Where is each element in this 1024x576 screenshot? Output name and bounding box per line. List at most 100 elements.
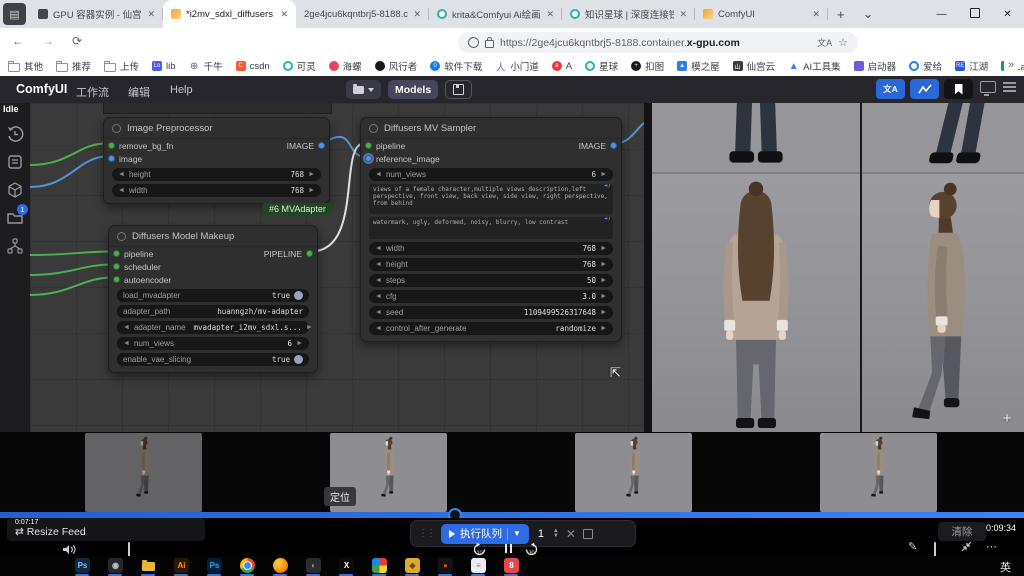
zoom-in-button[interactable]: + xyxy=(998,411,1016,426)
decrement-arrow-icon[interactable]: ◄ xyxy=(375,293,382,300)
comfyui-logo[interactable]: ComfyUI xyxy=(16,82,67,96)
firefox-app-icon[interactable] xyxy=(273,558,288,573)
bookmark-item-18[interactable]: 启动器 xyxy=(854,59,897,73)
sidebar-queue-history-button[interactable] xyxy=(6,125,24,143)
tool-app-icon[interactable]: ◆ xyxy=(405,558,420,573)
widget-seed[interactable]: ◄seed1109499526317648► xyxy=(369,306,613,319)
bookmark-item-15[interactable]: ▲模之屋 xyxy=(677,59,720,73)
bookmark-item-11[interactable]: 人小门道 xyxy=(495,59,539,73)
cancel-queue-icon[interactable]: ✕ xyxy=(566,527,576,541)
toggle-knob-icon[interactable] xyxy=(294,291,303,300)
menu-edit[interactable]: 编辑 xyxy=(128,84,150,100)
decrement-arrow-icon[interactable]: ◄ xyxy=(375,277,382,284)
red-app-icon[interactable]: 8 xyxy=(504,558,519,573)
photoshop-dark-app-icon[interactable]: Ps xyxy=(75,558,90,573)
input-slot-dot[interactable] xyxy=(365,155,372,162)
input-slot-dot[interactable] xyxy=(365,142,372,149)
mosaic-app-icon[interactable] xyxy=(372,558,387,573)
increment-arrow-icon[interactable]: ► xyxy=(600,171,607,178)
reload-button[interactable]: ⟳ xyxy=(72,34,82,48)
widget-enable_vae_slicing[interactable]: enable_vae_slicingtrue xyxy=(117,353,309,366)
bookmark-item-5[interactable]: ⊕千牛 xyxy=(189,59,223,73)
forward-button[interactable]: → xyxy=(42,34,54,48)
batch-count-stepper[interactable]: ▲▼ xyxy=(553,529,559,539)
new-tab-button[interactable]: + xyxy=(828,7,854,22)
translate-button[interactable]: 文A xyxy=(876,79,905,99)
site-info-icon[interactable] xyxy=(468,37,479,48)
prompt-textarea[interactable]: views of a female character,multiple vie… xyxy=(369,184,613,214)
clear-button[interactable]: 清除 xyxy=(938,522,986,541)
increment-arrow-icon[interactable]: ► xyxy=(296,340,303,347)
sidebar-node-library-button[interactable] xyxy=(6,153,24,171)
menu-workflow[interactable]: 工作流 xyxy=(76,84,109,100)
widget-cfg[interactable]: ◄cfg3.0► xyxy=(369,290,613,303)
increment-arrow-icon[interactable]: ► xyxy=(600,325,607,332)
tab-close-icon[interactable]: ✕ xyxy=(679,9,687,20)
bookmark-item-7[interactable]: 可灵 xyxy=(283,59,316,73)
increment-arrow-icon[interactable]: ► xyxy=(600,309,607,316)
widget-num_views[interactable]: ◄num_views6► xyxy=(369,168,613,181)
node-title-bar[interactable]: Diffusers MV Sampler xyxy=(361,118,621,139)
decrement-arrow-icon[interactable]: ◄ xyxy=(375,261,382,268)
bookmark-item-16[interactable]: 山仙宫云 xyxy=(733,59,776,73)
pause-button[interactable] xyxy=(505,544,512,553)
bookmark-item-12[interactable]: aA xyxy=(552,61,572,72)
photoshop-app-icon[interactable]: Ps xyxy=(207,558,222,573)
gray-app-icon[interactable]: ◐ xyxy=(306,558,321,573)
back-button[interactable]: ← xyxy=(12,34,24,48)
input-slot-dot[interactable] xyxy=(113,263,120,270)
filmstrip-thumbnail-1[interactable] xyxy=(85,433,202,512)
decrement-arrow-icon[interactable]: ◄ xyxy=(118,171,125,178)
bookmark-item-2[interactable]: 推荐 xyxy=(56,59,91,73)
node-title-bar[interactable]: Diffusers Model Makeup xyxy=(109,226,317,247)
collapse-dot-icon[interactable] xyxy=(369,124,378,133)
queue-options-chevron-icon[interactable]: ▼ xyxy=(513,529,521,538)
image-preview-panel[interactable]: + − xyxy=(644,103,1024,432)
bookmarks-overflow-icon[interactable]: » xyxy=(1004,59,1018,71)
browser-tab-4[interactable]: krita&Comfyui Ai绘画 社区✕ xyxy=(429,0,562,28)
bookmark-item-14[interactable]: +扣图 xyxy=(631,59,664,73)
increment-arrow-icon[interactable]: ► xyxy=(308,171,315,178)
widget-height[interactable]: ◄height768► xyxy=(112,168,321,181)
node-diffusers-mv-sampler[interactable]: Diffusers MV SamplerpipelineIMAGEreferen… xyxy=(360,117,622,342)
widget-adapter_path[interactable]: adapter_pathhuanngzh/mv-adapter xyxy=(117,305,309,318)
bookmark-item-10[interactable]: 0软件下载 xyxy=(430,59,482,73)
browser-tab-5[interactable]: 知识星球 | 深度连接铁杆粉✕ xyxy=(562,0,695,28)
graph-button[interactable] xyxy=(910,79,939,99)
toggle-knob-icon[interactable] xyxy=(294,355,303,364)
widget-control_after_generate[interactable]: ◄control_after_generaterandomize► xyxy=(369,322,613,335)
drag-handle-icon[interactable]: ⋮⋮ xyxy=(418,528,434,539)
bookmark-item-4[interactable]: Lolib xyxy=(152,61,176,72)
widget-width[interactable]: ◄width768► xyxy=(112,184,321,197)
widget-adapter_name[interactable]: ◄adapter_namemvadapter_i2mv_sdxl.s...► xyxy=(117,321,309,334)
widget-num_views[interactable]: ◄num_views6► xyxy=(117,337,309,350)
input-slot-dot[interactable] xyxy=(108,142,115,149)
bookmark-item-20[interactable]: RE江湖 xyxy=(955,59,988,73)
skip-back-button[interactable]: 10 xyxy=(472,542,486,556)
bookmark-item-1[interactable]: 其他 xyxy=(8,59,43,73)
window-maximize-button[interactable] xyxy=(958,8,991,21)
output-slot-dot[interactable] xyxy=(318,142,325,149)
edit-pencil-icon[interactable]: ✎ xyxy=(908,540,917,553)
node-image-preprocessor[interactable]: Image Preprocessorremove_bg_fnIMAGEimage… xyxy=(103,117,330,204)
more-options-icon[interactable]: ⋯ xyxy=(986,540,997,553)
collapse-dot-icon[interactable] xyxy=(117,232,126,241)
batch-count-value[interactable]: 1 xyxy=(536,528,546,540)
output-slot-dot[interactable] xyxy=(610,142,617,149)
bookmark-item-3[interactable]: 上传 xyxy=(104,59,139,73)
tab-close-icon[interactable]: ✕ xyxy=(812,9,820,20)
input-slot-dot[interactable] xyxy=(113,276,120,283)
browser-tab-3[interactable]: 2ge4jcu6kqntbrj5-8188.conta✕ xyxy=(296,0,429,28)
bookmark-star-icon[interactable]: ☆ xyxy=(838,36,848,49)
menu-help[interactable]: Help xyxy=(170,84,193,96)
window-close-button[interactable]: ✕ xyxy=(991,9,1024,20)
stop-queue-icon[interactable] xyxy=(583,529,593,539)
illustrator-app-icon[interactable]: Ai xyxy=(174,558,189,573)
sidebar-node-map-button[interactable] xyxy=(6,237,24,255)
folder-app-icon[interactable] xyxy=(141,558,156,573)
increment-arrow-icon[interactable]: ► xyxy=(600,293,607,300)
resize-feed-box[interactable]: 0:07:17 ⇄ Resize Feed xyxy=(7,518,205,541)
tab-search-chevron[interactable]: ⌄ xyxy=(854,6,883,22)
input-slot-dot[interactable] xyxy=(113,250,120,257)
prompt-textarea[interactable]: watermark, ugly, deformed, noisy, blurry… xyxy=(369,217,613,239)
